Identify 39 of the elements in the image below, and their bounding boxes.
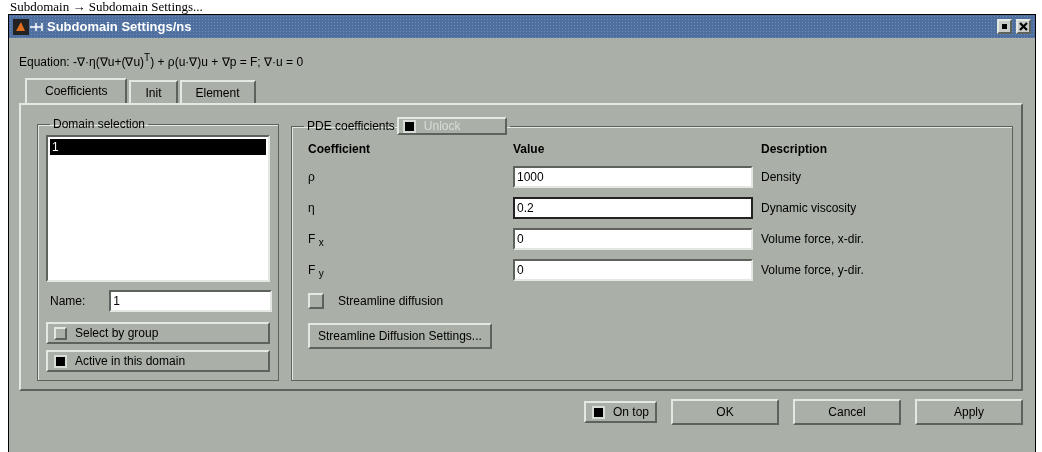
close-button[interactable] bbox=[1016, 19, 1031, 34]
value-field[interactable]: 0.2 bbox=[513, 197, 753, 219]
on-top-toggle[interactable]: On top bbox=[583, 401, 657, 423]
streamline-settings-button[interactable]: Streamline Diffusion Settings... bbox=[308, 323, 492, 349]
equation-text: Equation: -∇·η(∇u+(∇u)$^{T}$) + ρ(u·∇)u + ∇p = F; ∇·u = 0 bbox=[19, 52, 305, 71]
maximize-button[interactable] bbox=[997, 19, 1012, 34]
coefficient-symbol: ρ bbox=[308, 169, 316, 186]
description-text: Volume force, x-dir. bbox=[760, 232, 865, 246]
dialog-button[interactable]: OK bbox=[671, 399, 779, 425]
value-field[interactable]: 0 bbox=[513, 228, 753, 250]
coefficient-symbol: F $_{y}$ bbox=[308, 262, 325, 282]
list-item[interactable]: 1 bbox=[50, 139, 266, 155]
dialog-button[interactable]: Apply bbox=[915, 399, 1023, 425]
group-title: Domain selection bbox=[53, 117, 146, 131]
value-field[interactable]: 1000 bbox=[513, 166, 753, 188]
coefficient-symbol: F $_{x}$ bbox=[308, 231, 325, 251]
menu-path-caption: Subdomain → Subdomain Settings... bbox=[9, 0, 203, 14]
description-text: Density bbox=[760, 170, 802, 184]
domain-list[interactable]: 1 bbox=[46, 135, 270, 282]
column-header: Description bbox=[760, 141, 828, 158]
name-field[interactable]: 1 bbox=[109, 290, 273, 312]
coefficient-symbol: η bbox=[308, 200, 316, 217]
app-logo-icon bbox=[13, 18, 43, 35]
tab[interactable]: Element bbox=[179, 80, 256, 104]
toggle-button[interactable]: Active in this domain bbox=[46, 350, 270, 372]
field-label: Name: bbox=[49, 294, 86, 308]
group-title: PDE coefficients bbox=[307, 119, 395, 133]
column-header: Coefficient bbox=[308, 141, 371, 158]
column-header: Value bbox=[513, 141, 546, 158]
checkbox-label: Streamline diffusion bbox=[338, 294, 444, 308]
description-text: Volume force, y-dir. bbox=[760, 263, 865, 277]
value-field[interactable]: 0 bbox=[513, 259, 753, 281]
window-title: Subdomain Settings/ns bbox=[47, 19, 193, 34]
description-text: Dynamic viscosity bbox=[760, 201, 858, 215]
tab[interactable]: Coefficients bbox=[25, 78, 128, 104]
dialog-button[interactable]: Cancel bbox=[793, 399, 901, 425]
tab[interactable]: Init bbox=[129, 80, 178, 104]
streamline-checkbox[interactable] bbox=[308, 293, 324, 309]
toggle-button[interactable]: Select by group bbox=[46, 322, 270, 344]
